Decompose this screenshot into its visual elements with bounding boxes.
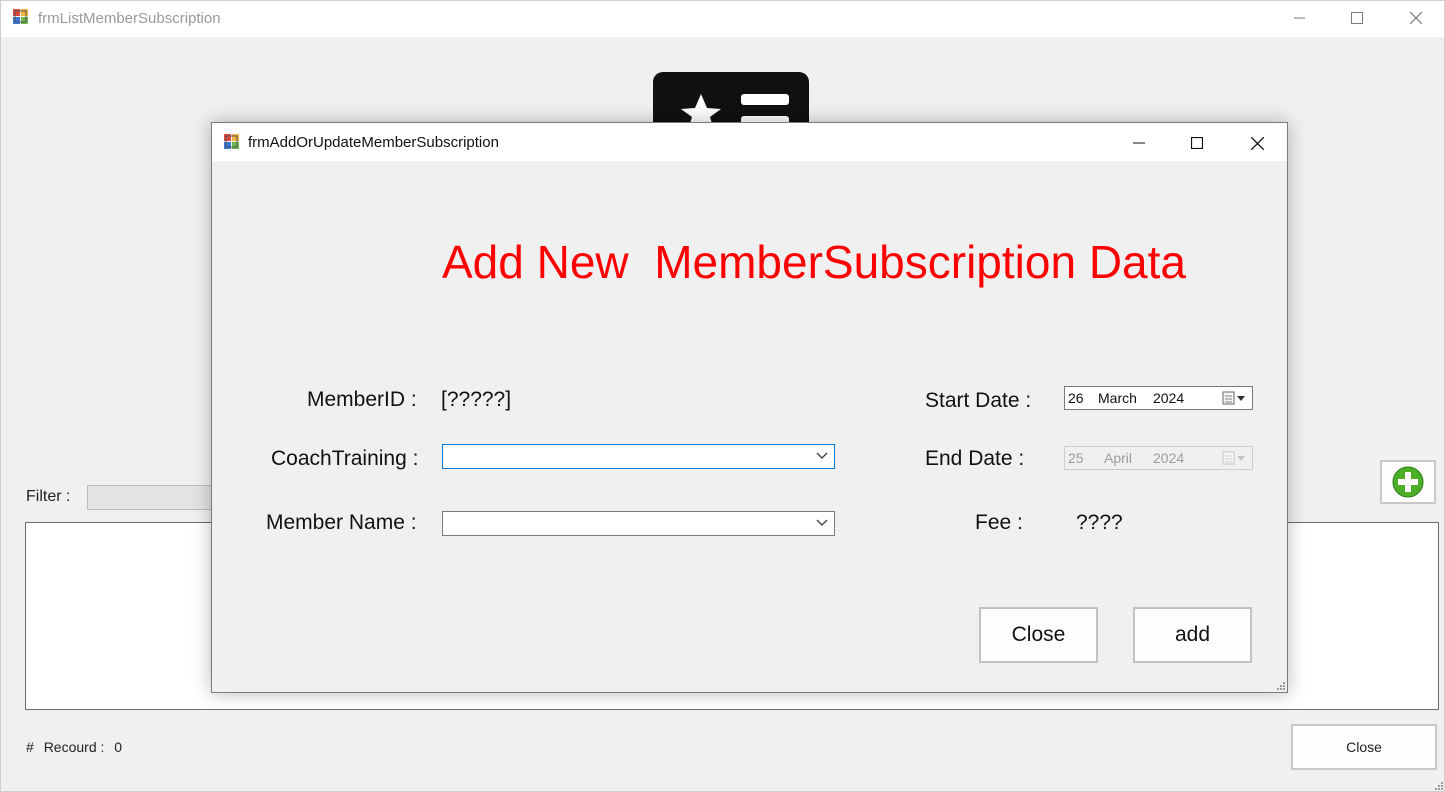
chevron-down-icon — [816, 452, 828, 459]
filter-combobox[interactable] — [87, 485, 217, 510]
start-date-label: Start Date : — [925, 389, 1032, 412]
end-date-day: 25 — [1068, 450, 1084, 466]
minimize-icon — [1133, 142, 1145, 144]
add-subscription-dialog: frmAddOrUpdateMemberSubscription Add New… — [211, 122, 1288, 693]
resize-grip-icon[interactable] — [1434, 781, 1444, 791]
chevron-down-icon — [816, 519, 828, 526]
maximize-button[interactable] — [1328, 1, 1386, 35]
records-count: # Recourd : 0 — [26, 739, 128, 755]
start-date-month: March — [1098, 390, 1137, 406]
filter-label: Filter : — [26, 488, 71, 505]
add-subscription-button[interactable] — [1380, 460, 1436, 504]
start-date-year: 2024 — [1153, 390, 1185, 406]
minimize-icon — [1294, 17, 1305, 19]
maximize-icon — [1191, 137, 1203, 149]
end-date-month: April — [1104, 450, 1133, 466]
member-name-combobox[interactable] — [442, 511, 835, 536]
minimize-button[interactable] — [1271, 1, 1329, 35]
resize-grip-icon[interactable] — [1276, 681, 1286, 691]
add-button[interactable]: add — [1133, 607, 1252, 663]
end-date-year: 2024 — [1153, 450, 1185, 466]
dialog-heading: Add New MemberSubscription Data — [442, 236, 1186, 288]
dialog-title: frmAddOrUpdateMemberSubscription — [248, 134, 499, 151]
dialog-maximize-button[interactable] — [1168, 125, 1226, 161]
dialog-close-button[interactable]: Close — [979, 607, 1098, 663]
end-date-label: End Date : — [925, 447, 1025, 470]
app-icon — [13, 9, 28, 24]
add-circle-icon — [1392, 466, 1424, 498]
coach-training-combobox[interactable] — [442, 444, 835, 469]
parent-window-title: frmListMemberSubscription — [38, 10, 221, 27]
member-id-value: [?????] — [441, 388, 512, 411]
calendar-icon — [1222, 451, 1245, 465]
end-date-picker: 25 April 2024 — [1064, 446, 1253, 470]
parent-titlebar[interactable]: frmListMemberSubscription — [1, 1, 1444, 37]
parent-close-button[interactable]: Close — [1291, 724, 1437, 770]
fee-label: Fee : — [975, 511, 1023, 534]
calendar-icon[interactable] — [1222, 391, 1246, 406]
start-date-picker[interactable]: 26 March 2024 — [1064, 386, 1253, 410]
fee-value: ???? — [1076, 511, 1123, 534]
member-id-label: MemberID : — [307, 388, 417, 411]
records-label: Recourd : — [43, 739, 105, 755]
close-icon — [1250, 136, 1264, 150]
app-icon — [224, 134, 239, 149]
close-window-button[interactable] — [1387, 1, 1445, 35]
dialog-close-window-button[interactable] — [1228, 125, 1286, 161]
dialog-minimize-button[interactable] — [1110, 125, 1168, 161]
start-date-day: 26 — [1068, 390, 1084, 406]
close-icon — [1410, 12, 1422, 24]
records-value: 0 — [114, 739, 123, 755]
records-hash: # — [26, 739, 34, 755]
dialog-titlebar[interactable]: frmAddOrUpdateMemberSubscription — [212, 123, 1287, 161]
maximize-icon — [1351, 12, 1363, 24]
coach-training-label: CoachTraining : — [271, 447, 419, 470]
member-name-label: Member Name : — [266, 511, 417, 534]
